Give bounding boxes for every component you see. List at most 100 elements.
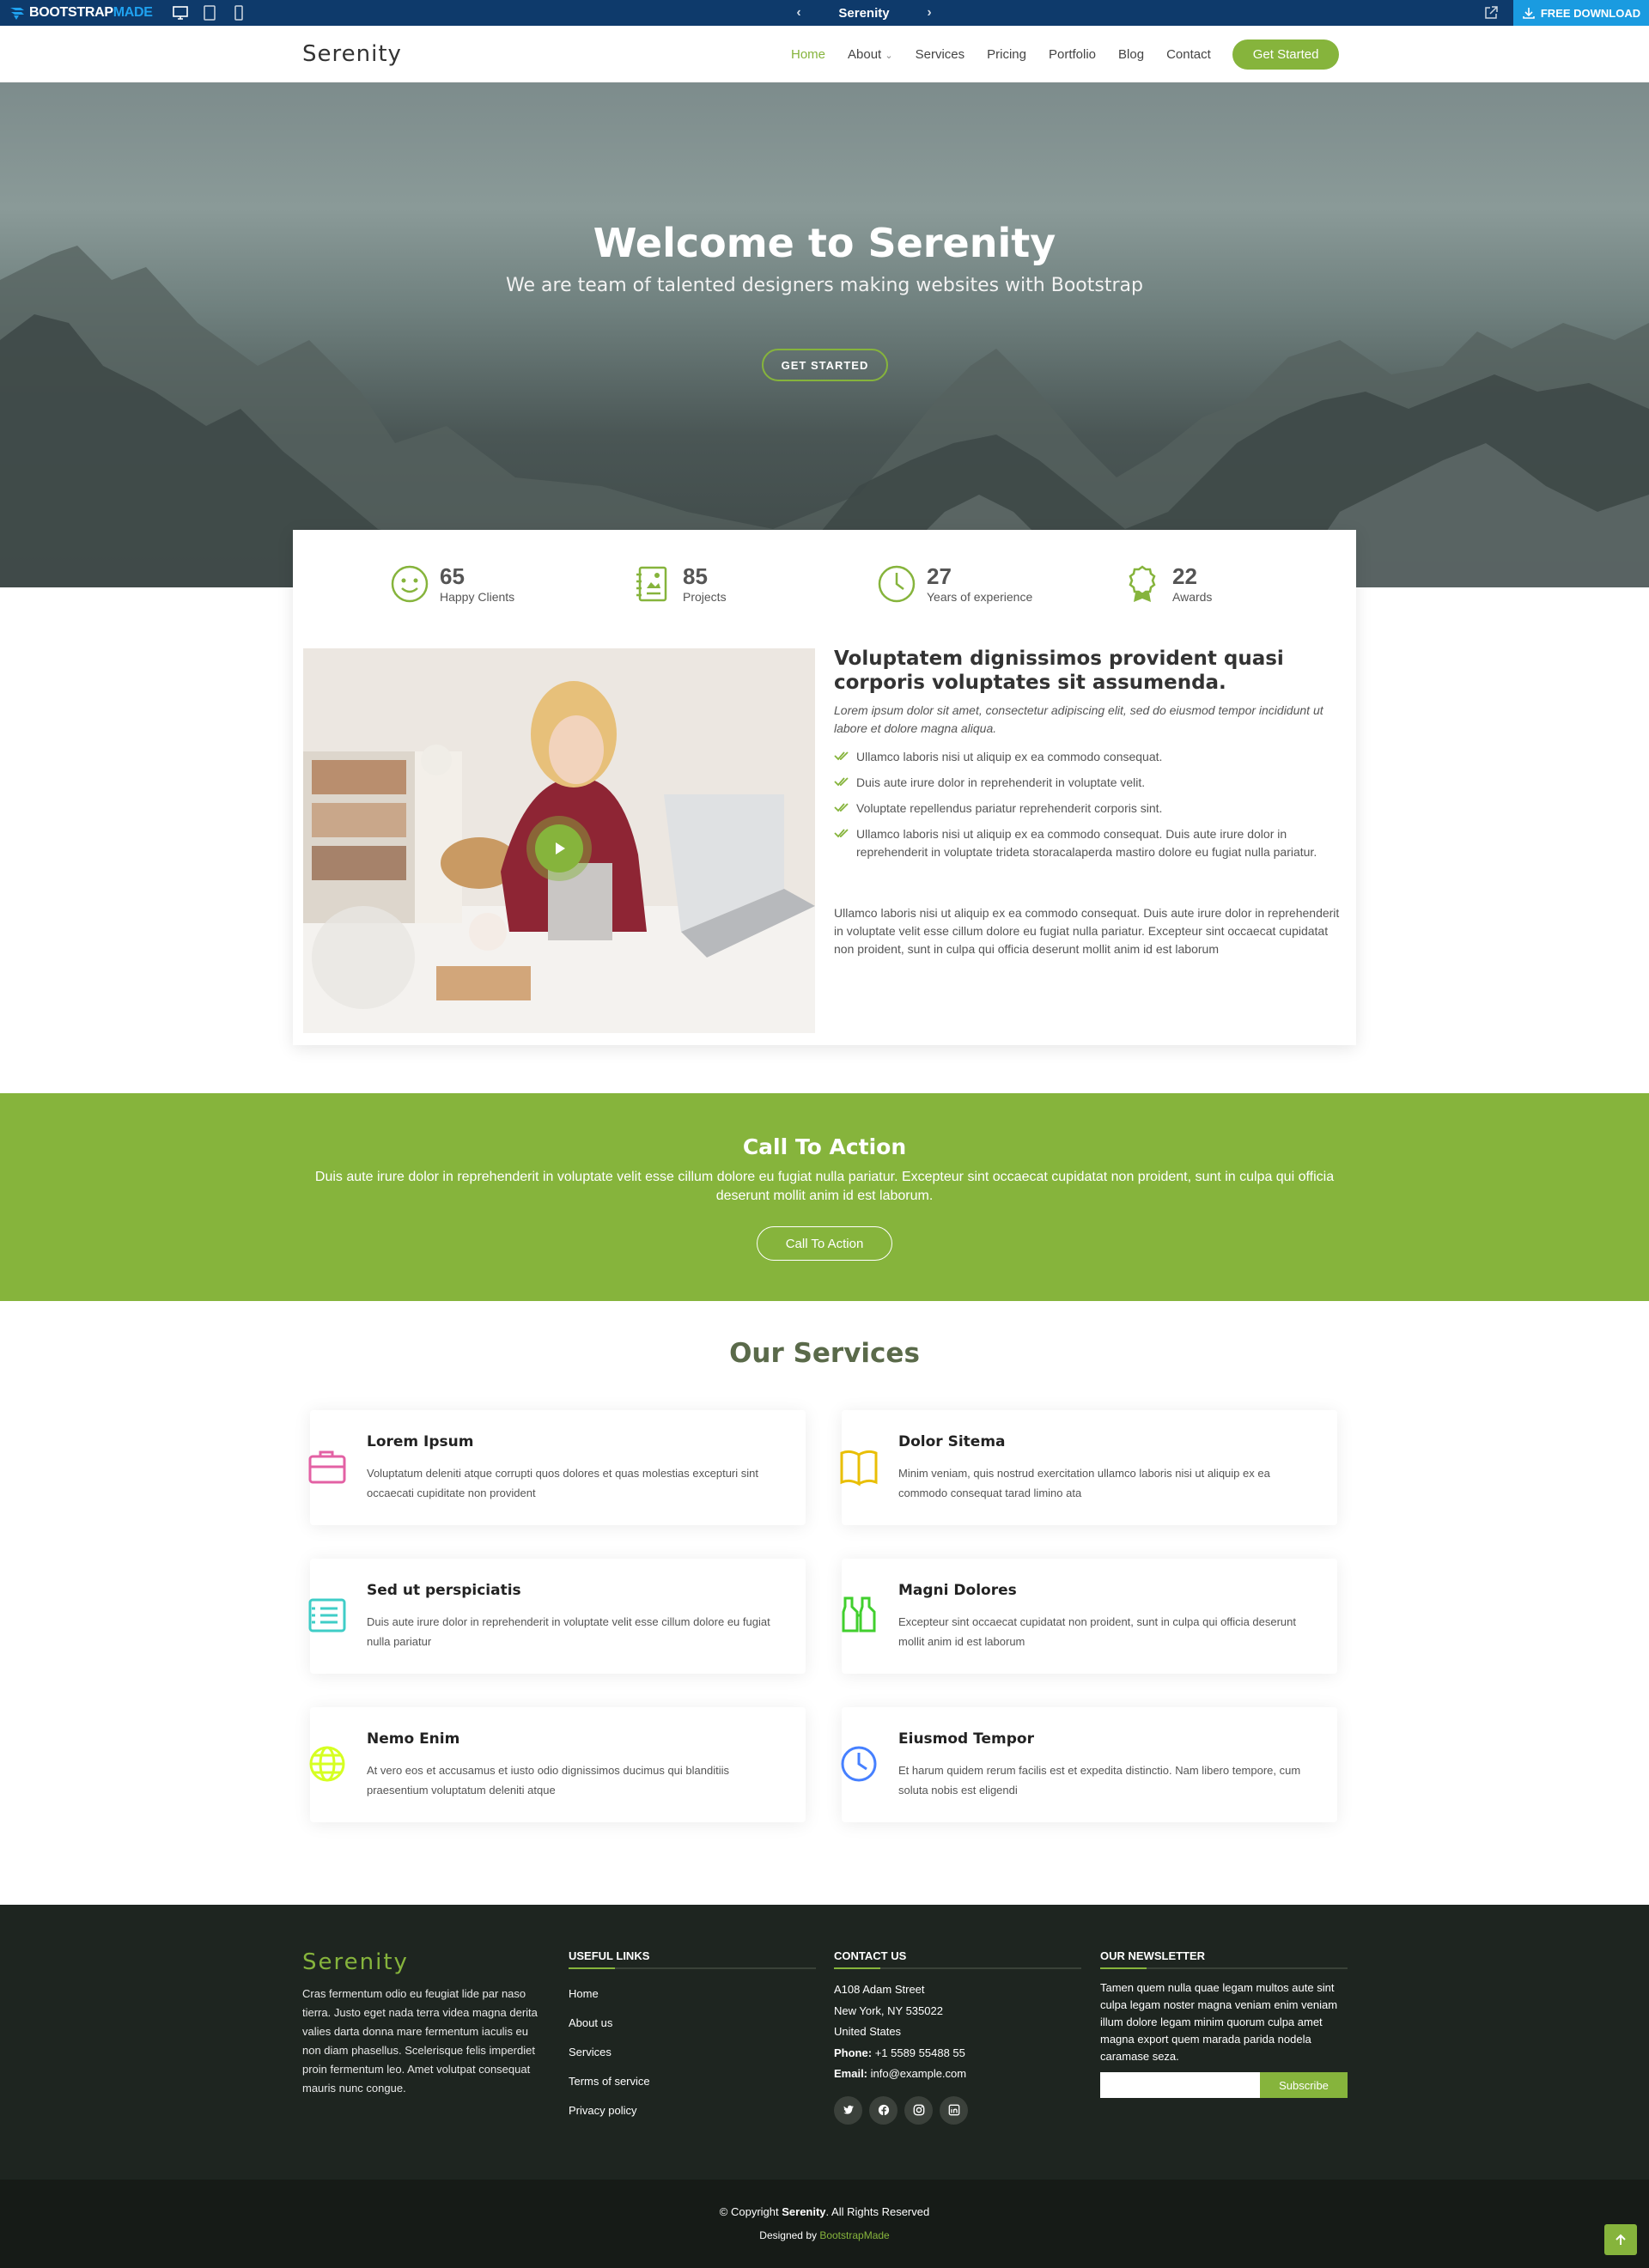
twitter-icon[interactable] bbox=[834, 2095, 862, 2125]
bootstrapmade-link[interactable]: BootstrapMade bbox=[819, 2229, 889, 2241]
nav-contact[interactable]: Contact bbox=[1155, 47, 1222, 62]
desktop-icon[interactable] bbox=[172, 4, 189, 21]
play-icon bbox=[535, 824, 583, 873]
check-double-icon bbox=[834, 829, 849, 838]
about-card: 65 Happy Clients 85 Projects 27 Years of ex… bbox=[293, 530, 1356, 1045]
external-link-icon[interactable] bbox=[1482, 4, 1500, 21]
free-download-button[interactable]: FREE DOWNLOAD bbox=[1513, 0, 1649, 26]
hero-get-started-button[interactable]: GET STARTED bbox=[762, 349, 888, 381]
service-title[interactable]: Dolor Sitema bbox=[898, 1433, 1006, 1450]
hero-mountain-background bbox=[0, 246, 1649, 587]
footer-newsletter-heading: OUR NEWSLETTER bbox=[1100, 1949, 1348, 1969]
device-switcher bbox=[172, 4, 247, 21]
hero-subtitle: We are team of talented designers making… bbox=[506, 275, 1143, 296]
about-video-thumbnail[interactable] bbox=[303, 648, 815, 1033]
briefcase-icon bbox=[308, 1450, 346, 1484]
footer-logo[interactable]: Serenity bbox=[302, 1949, 409, 1975]
nav-blog[interactable]: Blog bbox=[1107, 47, 1155, 62]
list-item: Duis aute irure dolor in reprehenderit i… bbox=[834, 774, 1341, 792]
counter-value: 22 bbox=[1172, 563, 1197, 589]
logo-text-made: MADE bbox=[113, 5, 153, 20]
footer-newsletter: OUR NEWSLETTER Tamen quem nulla quae leg… bbox=[1100, 1949, 1348, 2098]
footer-link-services[interactable]: Services bbox=[569, 2038, 816, 2067]
service-box-eiusmod-tempor[interactable]: Eiusmod Tempor Et harum quidem rerum fac… bbox=[841, 1707, 1337, 1822]
service-box-dolor-sitema[interactable]: Dolor Sitema Minim veniam, quis nostrud … bbox=[840, 1410, 1337, 1525]
about-checklist: Ullamco laboris nisi ut aliquip ex ea co… bbox=[834, 748, 1341, 869]
service-title[interactable]: Eiusmod Tempor bbox=[898, 1730, 1034, 1748]
service-text: Minim veniam, quis nostrud exercitation … bbox=[898, 1467, 1270, 1499]
site-header: Serenity Home About ⌄ Services Pricing P… bbox=[0, 26, 1649, 82]
subscribe-button[interactable]: Subscribe bbox=[1260, 2072, 1348, 2098]
footer-links-heading: USEFUL LINKS bbox=[569, 1949, 816, 1969]
tablet-icon[interactable] bbox=[201, 4, 218, 21]
cta-button[interactable]: Call To Action bbox=[757, 1226, 892, 1261]
preview-bar: BOOTSTRAP MADE ‹ Serenity › FREE DOWNLOAD bbox=[0, 0, 1649, 26]
about-paragraph: Ullamco laboris nisi ut aliquip ex ea co… bbox=[834, 906, 1340, 956]
chevron-right-icon[interactable]: › bbox=[921, 0, 938, 26]
phone-line: Phone: +1 5589 55488 55 bbox=[834, 2043, 1081, 2064]
counter-label: Happy Clients bbox=[440, 590, 515, 604]
service-box-magni-dolores[interactable]: Magni Dolores Excepteur sint occaecat cu… bbox=[842, 1559, 1337, 1674]
service-box-lorem-ipsum[interactable]: Lorem Ipsum Voluptatum deleniti atque co… bbox=[308, 1410, 806, 1525]
nav-pricing[interactable]: Pricing bbox=[976, 47, 1037, 62]
bootstrapmade-logo[interactable]: BOOTSTRAP MADE bbox=[9, 4, 153, 21]
logo-text-bootstrap: BOOTSTRAP bbox=[29, 5, 113, 20]
back-to-top-button[interactable] bbox=[1604, 2224, 1637, 2255]
service-title[interactable]: Sed ut perspiciatis bbox=[367, 1582, 521, 1599]
counter-happy-clients: 65 Happy Clients bbox=[390, 564, 514, 607]
footer-link-home[interactable]: Home bbox=[569, 1979, 816, 2009]
copyright-suffix: . All Rights Reserved bbox=[825, 2205, 930, 2218]
check-double-icon bbox=[834, 803, 849, 812]
binoculars-icon bbox=[842, 1596, 876, 1633]
service-title[interactable]: Lorem Ipsum bbox=[367, 1433, 474, 1450]
check-double-icon bbox=[834, 777, 849, 787]
nav-portfolio[interactable]: Portfolio bbox=[1037, 47, 1107, 62]
hero-title: Welcome to Serenity bbox=[593, 220, 1056, 266]
cta-section: Call To Action Duis aute irure dolor in … bbox=[0, 1093, 1649, 1301]
journal-richtext-icon bbox=[636, 566, 667, 602]
counter-value: 85 bbox=[683, 563, 708, 589]
footer-link-about[interactable]: About us bbox=[569, 2009, 816, 2038]
instagram-icon[interactable] bbox=[904, 2095, 933, 2125]
copyright-prefix: © Copyright bbox=[719, 2205, 782, 2218]
bootstrapmade-logo-icon bbox=[10, 8, 24, 20]
phone-label: Phone: bbox=[834, 2046, 873, 2059]
footer-contact-heading: CONTACT US bbox=[834, 1949, 1081, 1969]
social-links bbox=[834, 2095, 1081, 2125]
mobile-icon[interactable] bbox=[230, 4, 247, 21]
play-button[interactable] bbox=[526, 816, 592, 881]
main-nav: Home About ⌄ Services Pricing Portfolio … bbox=[780, 38, 1340, 70]
counter-value: 65 bbox=[440, 563, 465, 589]
globe-icon bbox=[309, 1746, 345, 1782]
footer-contact: CONTACT US A108 Adam Street New York, NY… bbox=[834, 1949, 1081, 2125]
counter-value: 27 bbox=[927, 563, 952, 589]
get-started-button[interactable]: Get Started bbox=[1232, 39, 1340, 70]
counter-awards: 22 Awards bbox=[1123, 564, 1212, 607]
counter-label: Years of experience bbox=[927, 590, 1033, 604]
preview-title-nav: ‹ Serenity › bbox=[790, 0, 938, 26]
service-title[interactable]: Nemo Enim bbox=[367, 1730, 459, 1748]
email-value: info@example.com bbox=[870, 2067, 967, 2080]
facebook-icon[interactable] bbox=[869, 2095, 898, 2125]
card-checklist-icon bbox=[308, 1598, 346, 1633]
copyright-text: © Copyright Serenity. All Rights Reserve… bbox=[0, 2205, 1649, 2218]
service-box-sed-ut[interactable]: Sed ut perspiciatis Duis aute irure dolo… bbox=[308, 1559, 806, 1674]
clock-icon bbox=[878, 565, 916, 603]
chevron-down-icon: ⌄ bbox=[885, 50, 893, 61]
nav-services[interactable]: Services bbox=[904, 47, 977, 62]
cta-text: Duis aute irure dolor in reprehenderit i… bbox=[314, 1170, 1335, 1203]
footer-link-terms[interactable]: Terms of service bbox=[569, 2067, 816, 2096]
list-item: Voluptate repellendus pariatur reprehend… bbox=[834, 800, 1341, 818]
service-title[interactable]: Magni Dolores bbox=[898, 1582, 1017, 1599]
services-title: Our Services bbox=[729, 1338, 920, 1369]
nav-about[interactable]: About ⌄ bbox=[837, 47, 904, 62]
newsletter-email-input[interactable] bbox=[1100, 2072, 1260, 2098]
linkedin-icon[interactable] bbox=[940, 2095, 968, 2125]
footer-link-privacy[interactable]: Privacy policy bbox=[569, 2096, 816, 2125]
service-box-nemo-enim[interactable]: Nemo Enim At vero eos et accusamus et iu… bbox=[309, 1707, 806, 1822]
phone-value: +1 5589 55488 55 bbox=[874, 2046, 965, 2059]
site-logo[interactable]: Serenity bbox=[302, 41, 402, 67]
nav-home[interactable]: Home bbox=[780, 47, 837, 62]
chevron-left-icon[interactable]: ‹ bbox=[790, 0, 807, 26]
counter-projects: 85 Projects bbox=[633, 564, 727, 607]
